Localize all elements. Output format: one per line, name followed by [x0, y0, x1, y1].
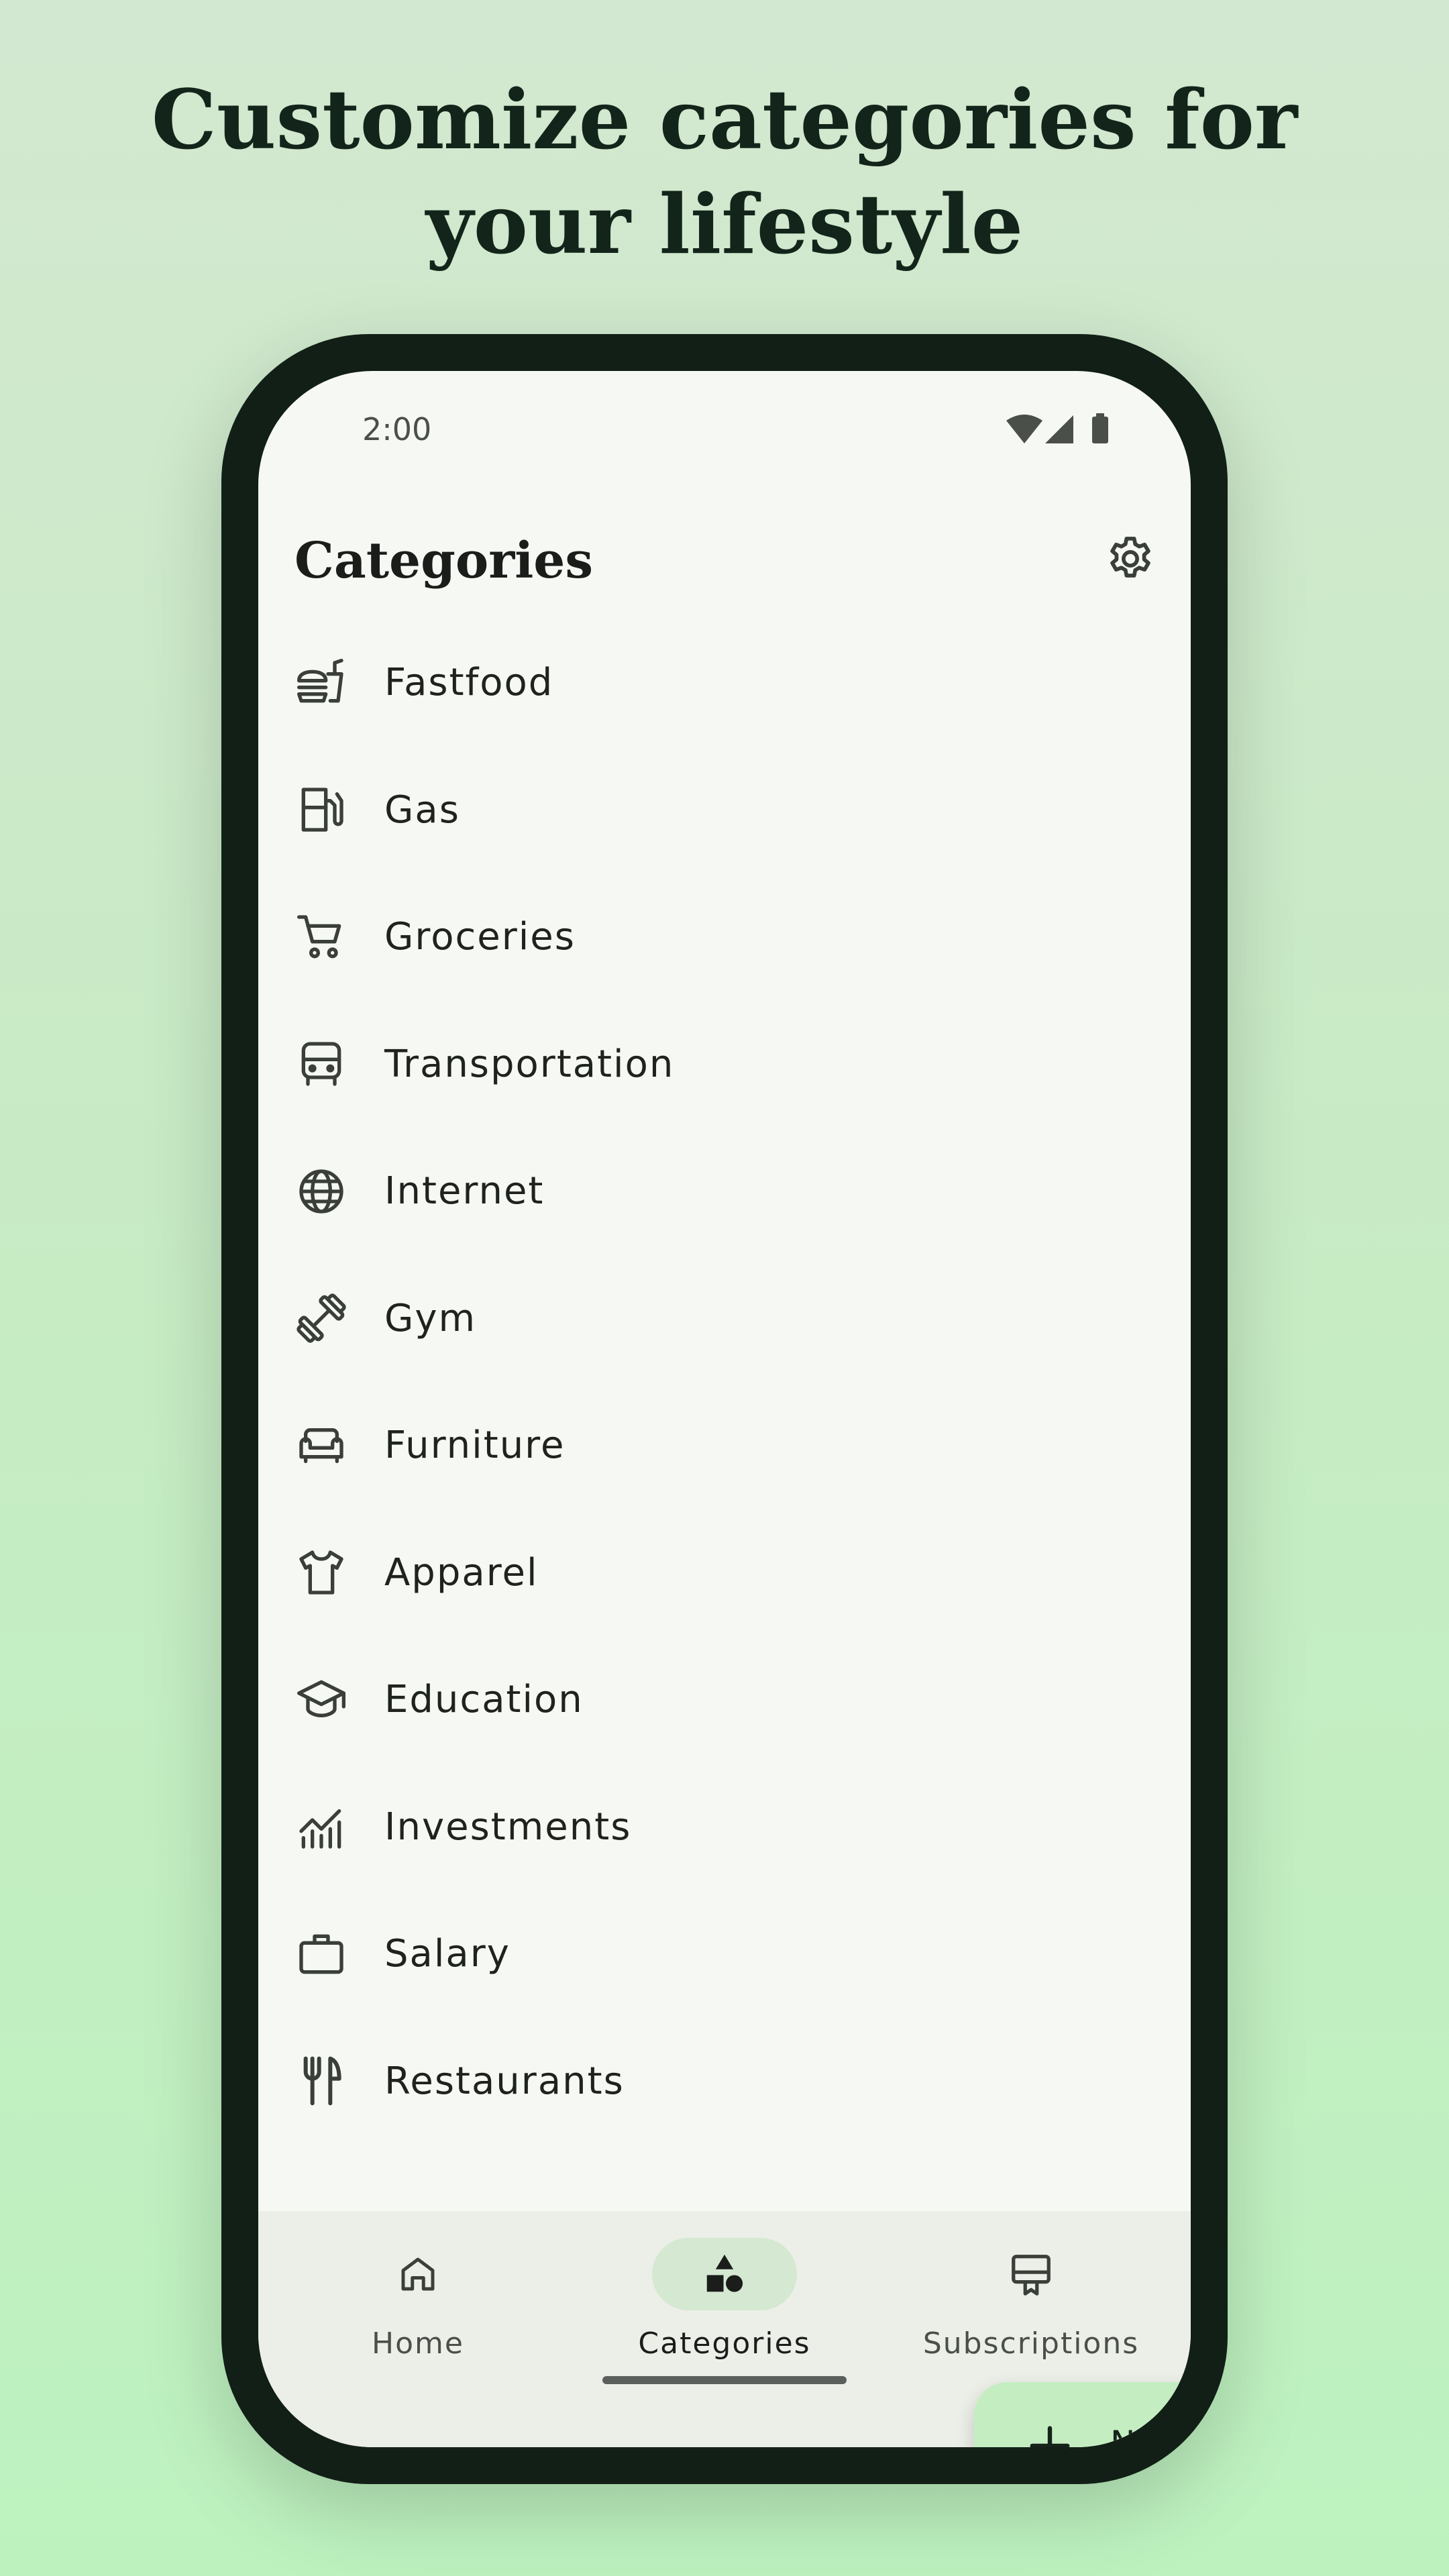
phone-screen: 2:00 Categories Fastfood Gas Groceries T…: [258, 371, 1191, 2447]
status-bar: 2:00: [258, 371, 1191, 478]
globe-icon: [294, 1165, 348, 1218]
briefcase-icon: [294, 1927, 348, 1981]
nav-pill: [345, 2238, 490, 2310]
headline-line-2: your lifestyle: [425, 176, 1024, 272]
plus-icon: [1030, 2426, 1070, 2447]
list-item-label: Restaurants: [384, 2059, 625, 2103]
list-item-label: Apparel: [384, 1550, 539, 1595]
list-item-label: Transportation: [384, 1042, 675, 1086]
shapes-icon: [706, 2254, 743, 2292]
list-item-label: Groceries: [384, 915, 576, 959]
category-list: Fastfood Gas Groceries Transportation In…: [258, 619, 1191, 2145]
list-item[interactable]: Education: [258, 1636, 1191, 1764]
list-item[interactable]: Internet: [258, 1128, 1191, 1255]
list-item[interactable]: Gas: [258, 747, 1191, 874]
list-item[interactable]: Investments: [258, 1764, 1191, 1891]
chart-icon: [294, 1800, 348, 1854]
list-item-label: Education: [384, 1678, 584, 1722]
home-icon: [401, 2257, 435, 2291]
new-category-button[interactable]: New category: [974, 2382, 1191, 2447]
fastfood-icon: [294, 656, 348, 710]
nav-label-home: Home: [372, 2326, 464, 2361]
status-icons: [1006, 413, 1108, 443]
list-item[interactable]: Fastfood: [258, 619, 1191, 747]
headline-line-1: Customize categories for: [151, 71, 1298, 168]
fork-knife-icon: [294, 2054, 348, 2108]
list-item-label: Furniture: [384, 1424, 566, 1468]
nav-item-home[interactable]: Home: [284, 2231, 552, 2385]
nav-pill-active: [652, 2238, 797, 2310]
dumbbell-icon: [294, 1291, 348, 1345]
new-category-label: New category: [1110, 2424, 1191, 2447]
list-item-label: Investments: [384, 1805, 632, 1849]
list-item[interactable]: Salary: [258, 1890, 1191, 2018]
list-item[interactable]: Transportation: [258, 1001, 1191, 1128]
list-item[interactable]: Restaurants: [258, 2018, 1191, 2145]
phone-frame: 2:00 Categories Fastfood Gas Groceries T…: [221, 334, 1228, 2484]
list-item-label: Salary: [384, 1932, 511, 1976]
list-item[interactable]: Groceries: [258, 873, 1191, 1001]
bus-icon: [294, 1037, 348, 1091]
list-item[interactable]: Furniture: [258, 1382, 1191, 1509]
nav-pill: [959, 2238, 1104, 2310]
settings-button[interactable]: [1100, 529, 1161, 589]
nav-label-subscriptions: Subscriptions: [922, 2326, 1140, 2361]
signal-icon: [1045, 415, 1073, 443]
list-item[interactable]: Gym: [258, 1255, 1191, 1383]
nav-label-categories: Categories: [638, 2326, 811, 2361]
list-item[interactable]: Apparel: [258, 1509, 1191, 1637]
gas-station-icon: [294, 783, 348, 837]
list-item-label: Internet: [384, 1169, 545, 1214]
page-title: Categories: [294, 532, 594, 590]
headline: Customize categories for your lifestyle: [0, 67, 1449, 276]
battery-icon: [1092, 417, 1108, 443]
wifi-icon: [1006, 415, 1042, 443]
settings-icon: [1110, 537, 1150, 578]
list-item-label: Gym: [384, 1296, 477, 1340]
status-time: 2:00: [362, 411, 432, 447]
graduation-cap-icon: [294, 1673, 348, 1727]
shopping-cart-icon: [294, 910, 348, 964]
subscriptions-icon: [1012, 2255, 1051, 2296]
home-indicator: [602, 2376, 847, 2384]
nav-item-categories[interactable]: Categories: [590, 2231, 859, 2385]
armchair-icon: [294, 1419, 348, 1472]
list-item-label: Gas: [384, 788, 460, 832]
list-item-label: Fastfood: [384, 661, 554, 705]
tshirt-icon: [294, 1546, 348, 1599]
nav-item-subscriptions[interactable]: Subscriptions: [897, 2231, 1165, 2385]
